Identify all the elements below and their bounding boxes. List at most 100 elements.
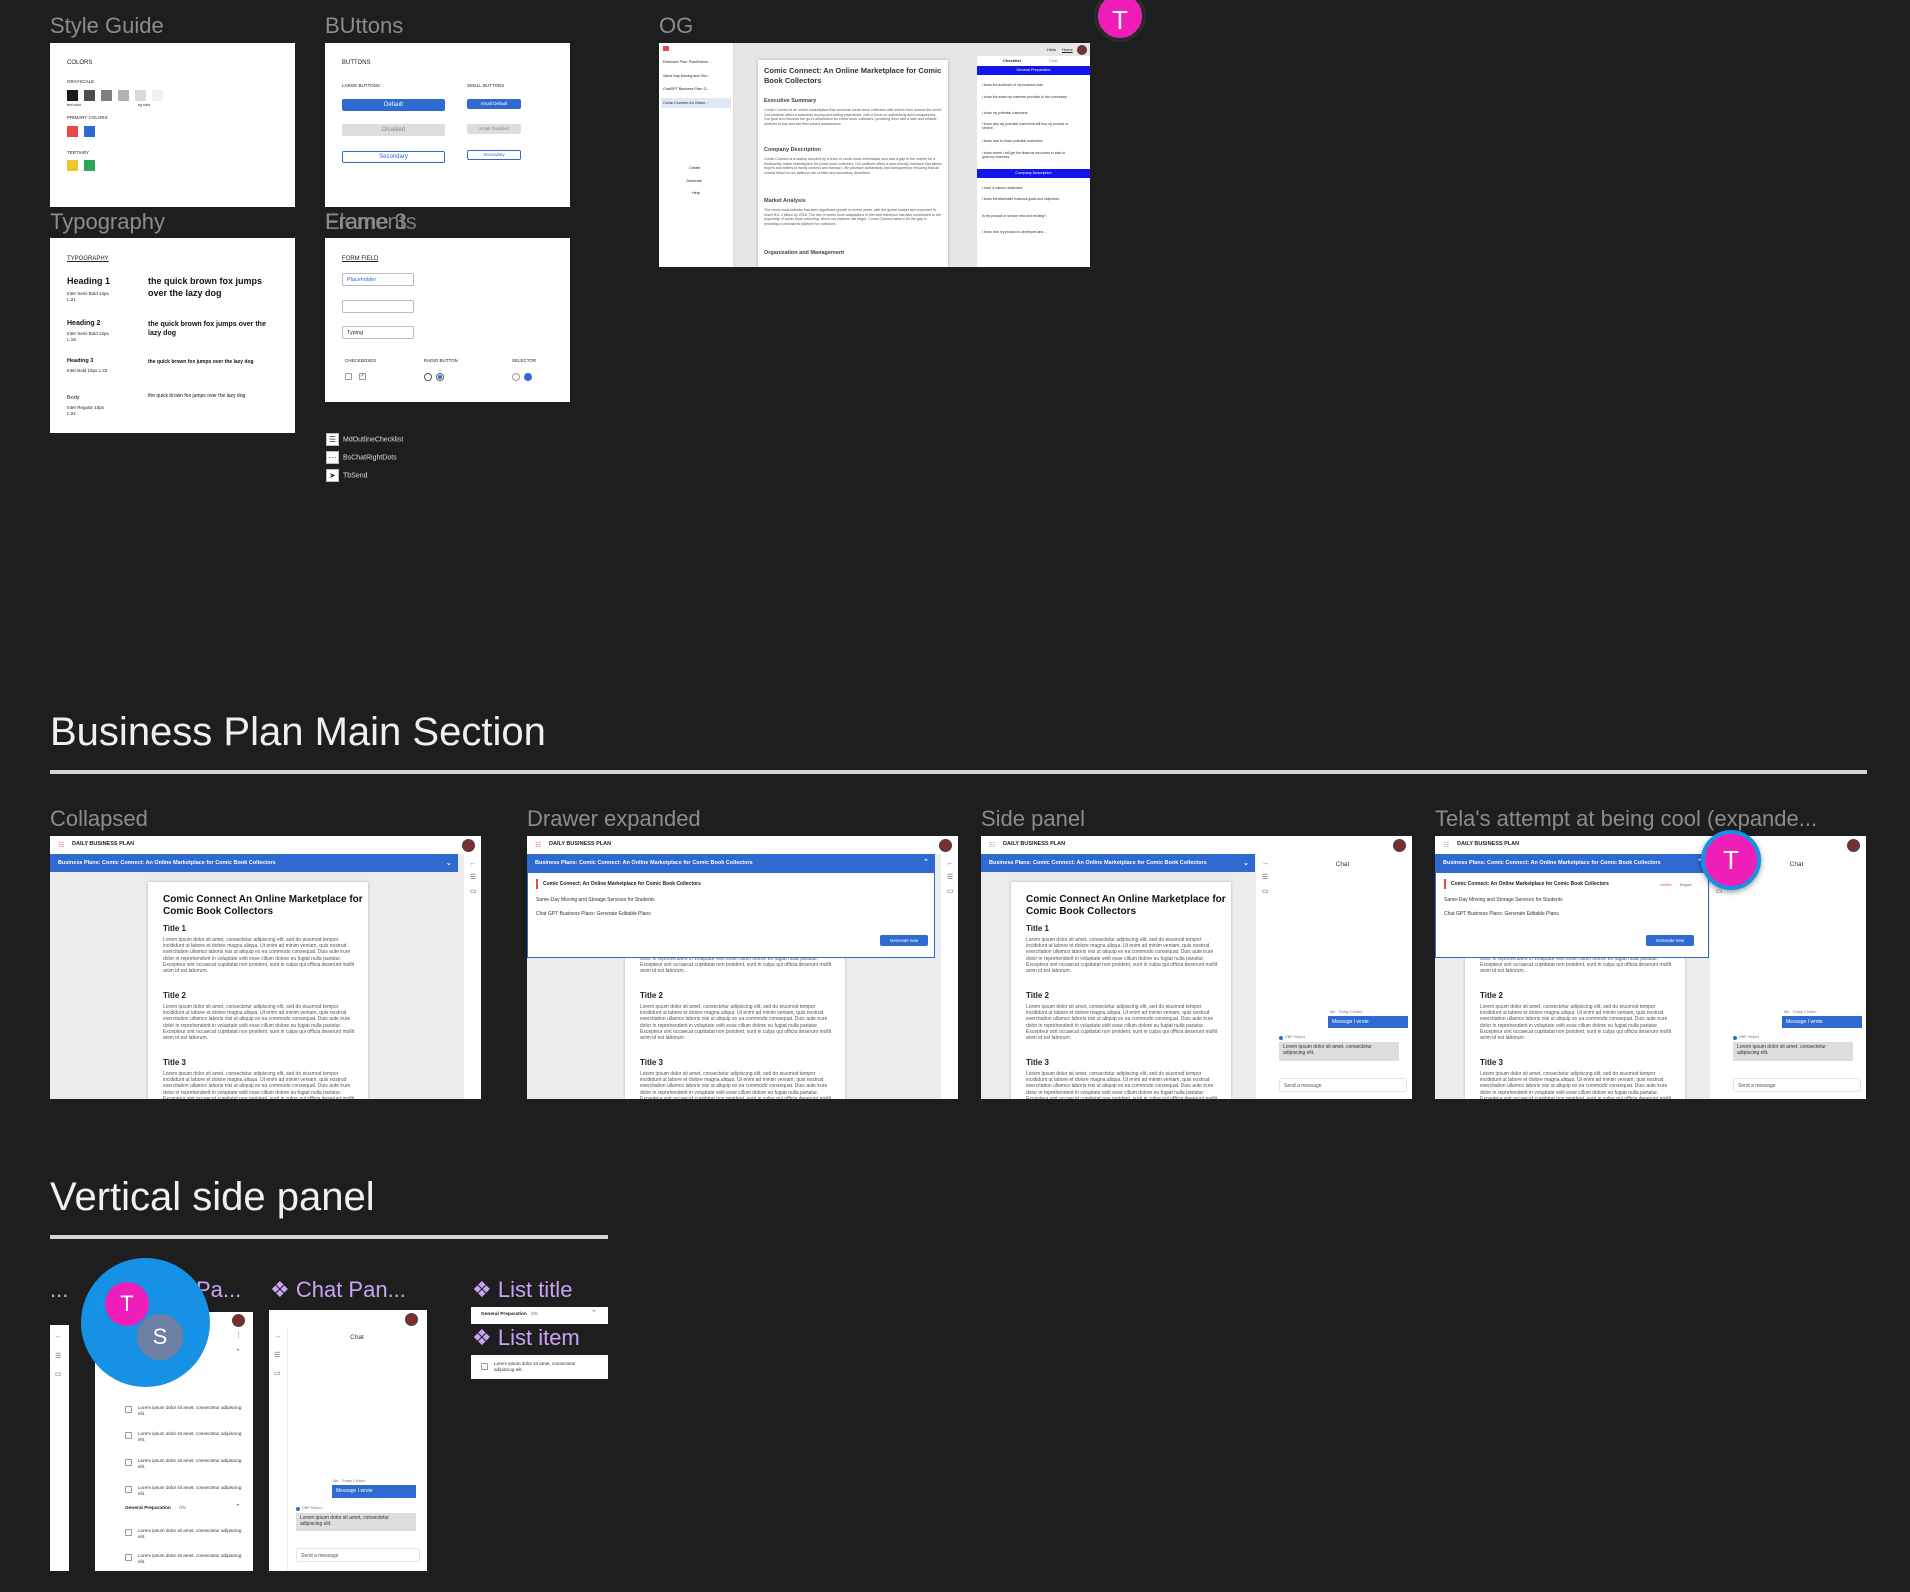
og-tab-chat[interactable]: Chat bbox=[1049, 58, 1057, 63]
small-secondary-button[interactable]: Secondary bbox=[467, 150, 521, 160]
og-checklist-item[interactable]: I know the audience of my business plan. bbox=[982, 83, 1070, 87]
placeholder-input[interactable]: Placeholder bbox=[342, 273, 414, 286]
checkbox-unchecked[interactable] bbox=[345, 373, 352, 380]
plan-selector-bar[interactable]: Business Plans: Comic Connect: An Online… bbox=[981, 854, 1255, 872]
arrow-right-icon[interactable]: → bbox=[274, 1333, 281, 1340]
og-checklist-item[interactable]: I know my potential customers. bbox=[982, 111, 1070, 115]
drawer-item-active[interactable]: Comic Connect: An Online Marketplace for… bbox=[543, 881, 701, 887]
checklist-checkbox[interactable] bbox=[125, 1432, 132, 1439]
typography-frame[interactable]: TYPOGRAPHY Heading 1 Inter Semi Bold 14p… bbox=[50, 238, 295, 433]
chat-input[interactable]: Send a message bbox=[1733, 1078, 1861, 1092]
user-avatar[interactable] bbox=[1847, 839, 1860, 852]
og-create-link[interactable]: Create bbox=[689, 166, 700, 170]
icon-row-send[interactable]: ➤ TbSend bbox=[326, 469, 368, 482]
og-checklist-item[interactable]: I know why my potential customers will b… bbox=[982, 122, 1070, 130]
og-checklist-item[interactable]: I know where I will get the financial re… bbox=[982, 151, 1070, 159]
export-link[interactable]: Export bbox=[1680, 882, 1692, 887]
chevron-down-icon[interactable]: ⌄ bbox=[1243, 859, 1249, 867]
list-item-component[interactable]: Lorem ipsum dolor sit amet, consectetur … bbox=[471, 1355, 608, 1379]
radio-off[interactable] bbox=[424, 373, 432, 381]
og-help-link[interactable]: Help bbox=[692, 191, 700, 195]
og-checklist-item[interactable]: I know how my product is developed and..… bbox=[982, 230, 1070, 234]
disabled-button[interactable]: Disabled bbox=[342, 124, 445, 136]
og-checklist-item[interactable]: I know the attainable business goals and… bbox=[982, 197, 1070, 201]
generate-new-button[interactable]: Generate new bbox=[1646, 935, 1694, 946]
component-label-list-item[interactable]: ❖ List item bbox=[472, 1325, 580, 1351]
small-disabled-button[interactable]: Small Disabled bbox=[467, 124, 521, 134]
drawer-expanded-frame[interactable]: ☷ DAILY BUSINESS PLAN ← ☰ ▭ Lorem ipsum … bbox=[527, 836, 958, 1099]
frame-label-rail[interactable]: ... bbox=[50, 1277, 68, 1303]
drawer-item[interactable]: Same-Day Moving and Storage Services for… bbox=[1444, 897, 1563, 903]
default-button[interactable]: Default bbox=[342, 99, 445, 111]
user-avatar[interactable] bbox=[1393, 839, 1406, 852]
frame-label-typography[interactable]: Typography bbox=[50, 209, 165, 235]
small-default-button[interactable]: Small Default bbox=[467, 99, 521, 109]
arrow-right-icon[interactable]: → bbox=[1256, 860, 1274, 867]
drawer-item[interactable]: Same-Day Moving and Storage Services for… bbox=[536, 897, 655, 903]
user-avatar[interactable] bbox=[462, 839, 475, 852]
frame-label-telas-attempt[interactable]: Tela's attempt at being cool (expande... bbox=[1435, 806, 1817, 832]
chat-icon[interactable]: ▭ bbox=[941, 887, 958, 895]
frame-label-style-guide[interactable]: Style Guide bbox=[50, 13, 164, 39]
frame-label-elements[interactable]: Elements bbox=[325, 209, 417, 235]
arrow-left-icon[interactable]: ← bbox=[941, 860, 958, 867]
checklist-icon[interactable]: ☰ bbox=[1256, 873, 1274, 881]
telas-attempt-frame[interactable]: ☷ DAILY BUSINESS PLAN Lorem ipsum dolor … bbox=[1435, 836, 1866, 1099]
rail-frame[interactable]: ← ☰ ▭ bbox=[50, 1325, 69, 1571]
list-title-component[interactable]: General Preparation 0/5 ⌃ bbox=[471, 1307, 608, 1324]
checklist-checkbox[interactable] bbox=[125, 1406, 132, 1413]
component-label-list-title[interactable]: ❖ List title bbox=[472, 1277, 572, 1303]
og-tab-checklist[interactable]: Checklist bbox=[1003, 58, 1021, 63]
collaborator-avatar-s[interactable]: S bbox=[135, 1312, 185, 1362]
chevron-down-icon[interactable]: ⌄ bbox=[446, 859, 452, 867]
group-title[interactable]: General Preparation bbox=[125, 1506, 171, 1511]
og-checklist-item[interactable]: I know the asset my business provides to… bbox=[982, 95, 1070, 99]
og-sidebar-item[interactable]: ChatGPT Business Plan: G... bbox=[663, 87, 709, 91]
drawer-item[interactable]: Chat GPT Business Plans: Generate Editab… bbox=[536, 911, 651, 917]
og-group-header[interactable]: General Preparation bbox=[977, 66, 1090, 75]
chat-icon[interactable]: ▭ bbox=[464, 887, 481, 895]
radio-on[interactable] bbox=[436, 373, 444, 381]
chat-icon[interactable]: ▭ bbox=[55, 1370, 62, 1378]
selector-on[interactable] bbox=[524, 373, 532, 381]
og-checklist-item[interactable]: Is my product or service new and excitin… bbox=[982, 214, 1070, 218]
checklist-checkbox[interactable] bbox=[125, 1554, 132, 1561]
checklist-checkbox[interactable] bbox=[125, 1459, 132, 1466]
checklist-checkbox[interactable] bbox=[125, 1529, 132, 1536]
drawer-item-active[interactable]: Comic Connect: An Online Marketplace for… bbox=[1451, 881, 1609, 887]
checklist-icon[interactable]: ☰ bbox=[464, 873, 481, 881]
checklist-checkbox[interactable] bbox=[125, 1486, 132, 1493]
checklist-icon[interactable]: ☰ bbox=[941, 873, 958, 881]
empty-input[interactable] bbox=[342, 300, 414, 313]
chevron-up-icon[interactable]: ⌃ bbox=[923, 858, 929, 866]
collaborators-group[interactable]: T S bbox=[81, 1258, 210, 1387]
icon-row-chat[interactable]: ⋯ BsChatRightDots bbox=[326, 451, 397, 464]
secondary-button[interactable]: Secondary bbox=[342, 151, 445, 163]
selector-off[interactable] bbox=[512, 373, 520, 381]
buttons-frame[interactable]: BUTTONS LARGE BUTTONS SMALL BUTTONS Defa… bbox=[325, 43, 570, 207]
typing-input[interactable]: Typing bbox=[342, 326, 414, 339]
og-sidebar-item-active[interactable]: Comic Connect: An Online... bbox=[661, 98, 731, 108]
chat-icon[interactable]: ▭ bbox=[274, 1369, 281, 1377]
checklist-icon[interactable]: ☰ bbox=[274, 1351, 280, 1359]
og-group-header[interactable]: Company Description bbox=[977, 169, 1090, 178]
plan-selector-bar[interactable]: Business Plans: Comic Connect: An Online… bbox=[1435, 854, 1709, 872]
frame-label-side-panel[interactable]: Side panel bbox=[981, 806, 1085, 832]
og-avatar[interactable] bbox=[1077, 45, 1087, 55]
user-avatar[interactable] bbox=[232, 1314, 245, 1327]
plan-selector-bar[interactable]: Business Plans: Comic Connect: An Online… bbox=[50, 854, 458, 872]
frame-label-og[interactable]: OG bbox=[659, 13, 693, 39]
og-sidebar-item[interactable]: Same Day Moving and Stor... bbox=[663, 74, 710, 78]
collaborator-avatar-t[interactable]: T bbox=[1701, 830, 1761, 890]
elements-frame[interactable]: FORM FIELD Placeholder Typing CHECKBOXES… bbox=[325, 238, 570, 402]
og-home-link[interactable]: Home bbox=[1062, 47, 1073, 52]
plan-selector-bar[interactable]: Business Plans: Comic Connect: An Online… bbox=[527, 854, 935, 872]
delete-link[interactable]: Delete bbox=[1660, 882, 1672, 887]
icon-row-checklist[interactable]: ☰ MdOutlineChecklist bbox=[326, 433, 403, 446]
arrow-left-icon[interactable]: ← bbox=[55, 1333, 62, 1340]
og-sidebar-item[interactable]: Extensive Plan: Plan/Extens... bbox=[663, 60, 711, 64]
chat-input[interactable]: Send a message bbox=[296, 1548, 420, 1562]
og-frame[interactable]: Extensive Plan: Plan/Extens... Same Day … bbox=[659, 43, 1090, 267]
collapsed-frame[interactable]: ☷ DAILY BUSINESS PLAN Business Plans: Co… bbox=[50, 836, 481, 1099]
frame-label-buttons[interactable]: BUttons bbox=[325, 13, 403, 39]
